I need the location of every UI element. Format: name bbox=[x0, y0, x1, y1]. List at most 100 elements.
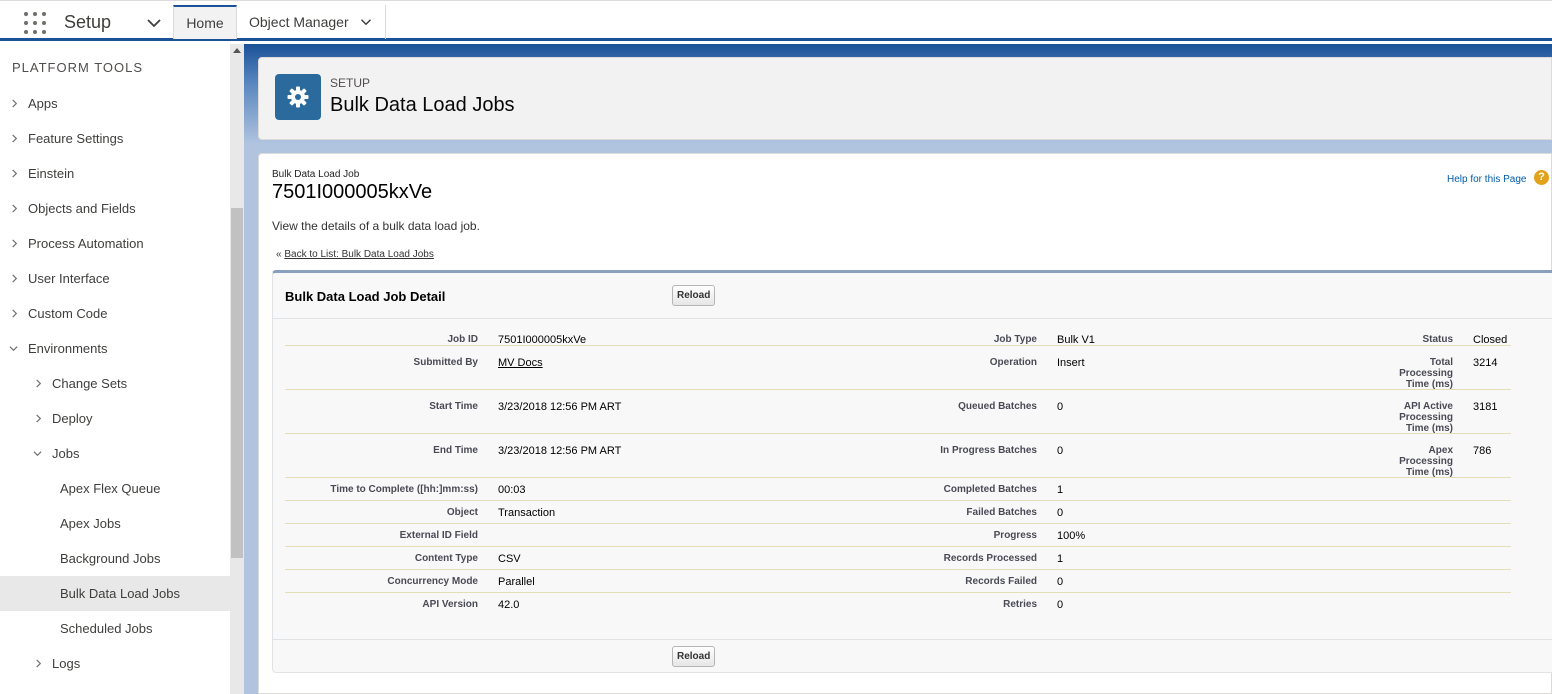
sidebar-item-environments[interactable]: Environments bbox=[0, 331, 230, 366]
submitted-by-link[interactable]: MV Docs bbox=[498, 357, 543, 369]
help-link[interactable]: Help for this Page bbox=[1447, 174, 1527, 185]
app-name: Setup bbox=[64, 12, 112, 32]
field-label: Queued Batches bbox=[958, 401, 1037, 412]
sidebar-item-scheduled-jobs[interactable]: Scheduled Jobs bbox=[0, 611, 230, 646]
field-value: 0 bbox=[1057, 507, 1064, 519]
field-value: 1 bbox=[1057, 484, 1064, 496]
breadcrumb: « Back to List: Bulk Data Load Jobs bbox=[276, 249, 434, 260]
sidebar-item-objects-and-fields[interactable]: Objects and Fields bbox=[0, 191, 230, 226]
record-title: 7501I000005kxVe bbox=[272, 181, 433, 203]
tab-home-label: Home bbox=[186, 15, 224, 31]
field-label: Start Time bbox=[429, 401, 478, 412]
chevron-right-icon bbox=[12, 204, 18, 213]
tab-home[interactable]: Home bbox=[173, 5, 237, 39]
field-label: Object bbox=[446, 507, 478, 518]
detail-section-title: Bulk Data Load Job Detail bbox=[285, 289, 446, 304]
field-value: Closed bbox=[1473, 334, 1508, 346]
field-value: Bulk V1 bbox=[1057, 334, 1095, 346]
sidebar-item-label: Logs bbox=[52, 656, 81, 671]
chevron-right-icon bbox=[12, 309, 18, 318]
field-value: Insert bbox=[1057, 357, 1085, 369]
sidebar-item-label: Objects and Fields bbox=[28, 201, 136, 216]
sidebar-item-jobs[interactable]: Jobs bbox=[0, 436, 230, 471]
scroll-up-arrow-icon[interactable] bbox=[233, 48, 241, 53]
chevron-down-icon[interactable] bbox=[146, 15, 162, 31]
global-header: Setup Home Object Manager bbox=[0, 0, 1552, 41]
sidebar-item-einstein[interactable]: Einstein bbox=[0, 156, 230, 191]
field-label: Records Failed bbox=[965, 576, 1037, 587]
field-label: API Active Processing Time (ms) bbox=[1399, 401, 1453, 434]
field-label: Records Processed bbox=[943, 553, 1037, 564]
sidebar-item-apex-jobs[interactable]: Apex Jobs bbox=[0, 506, 230, 541]
sidebar-item-label: Change Sets bbox=[52, 376, 128, 391]
field-label: Time to Complete ([hh:]mm:ss) bbox=[330, 484, 478, 495]
field-value: 1 bbox=[1057, 553, 1064, 565]
sidebar-item-label: Scheduled Jobs bbox=[60, 621, 153, 636]
sidebar-scrollbar[interactable] bbox=[230, 44, 244, 694]
reload-button-bottom[interactable]: Reload bbox=[672, 646, 716, 667]
field-label: Apex Processing Time (ms) bbox=[1399, 445, 1453, 478]
record-type-label: Bulk Data Load Job bbox=[272, 169, 360, 180]
field-value: 42.0 bbox=[498, 599, 520, 611]
field-label: Content Type bbox=[414, 553, 478, 564]
field-label: In Progress Batches bbox=[940, 445, 1037, 456]
sidebar-item-deploy[interactable]: Deploy bbox=[0, 401, 230, 436]
sidebar-item-label: Custom Code bbox=[28, 306, 108, 321]
sidebar-item-process-automation[interactable]: Process Automation bbox=[0, 226, 230, 261]
chevron-down-icon[interactable] bbox=[360, 16, 372, 28]
sidebar-item-change-sets[interactable]: Change Sets bbox=[0, 366, 230, 401]
scrollbar-thumb[interactable] bbox=[231, 208, 243, 558]
field-value: 3/23/2018 12:56 PM ART bbox=[498, 445, 622, 457]
content-card: Bulk Data Load Job 7501I000005kxVe Help … bbox=[258, 153, 1552, 694]
sidebar-item-logs[interactable]: Logs bbox=[0, 646, 230, 681]
field-value: MV Docs bbox=[498, 357, 543, 369]
reload-button[interactable]: Reload bbox=[672, 285, 716, 306]
job-detail-block: Bulk Data Load Job Detail Reload Job ID … bbox=[272, 270, 1552, 673]
chevron-right-icon bbox=[36, 414, 42, 423]
sidebar-item-apps[interactable]: Apps bbox=[0, 86, 230, 121]
table-row: API Version 42.0 Retries 0 bbox=[285, 593, 1511, 616]
table-row: Object Transaction Failed Batches 0 bbox=[285, 501, 1511, 524]
tab-object-manager-label: Object Manager bbox=[249, 14, 349, 30]
divider bbox=[273, 318, 1552, 319]
sidebar-item-custom-code[interactable]: Custom Code bbox=[0, 296, 230, 331]
back-to-list-link[interactable]: Back to List: Bulk Data Load Jobs bbox=[284, 249, 434, 260]
field-value: 0 bbox=[1057, 401, 1064, 413]
table-row: Content Type CSV Records Processed 1 bbox=[285, 547, 1511, 570]
sidebar-item-label: Apex Flex Queue bbox=[60, 481, 161, 496]
sidebar-item-label: Process Automation bbox=[28, 236, 144, 251]
table-row: End Time 3/23/2018 12:56 PM ART In Progr… bbox=[285, 434, 1511, 478]
field-label: End Time bbox=[433, 445, 478, 456]
sidebar-item-bulk-data-load-jobs[interactable]: Bulk Data Load Jobs bbox=[0, 576, 230, 611]
sidebar-item-label: Apps bbox=[28, 96, 58, 111]
field-label: Total Processing Time (ms) bbox=[1399, 357, 1453, 390]
help-icon[interactable]: ? bbox=[1534, 170, 1549, 185]
field-label: Progress bbox=[993, 530, 1037, 541]
sidebar-item-label: Einstein bbox=[28, 166, 75, 181]
sidebar-item-apex-flex-queue[interactable]: Apex Flex Queue bbox=[0, 471, 230, 506]
app-launcher-icon[interactable] bbox=[24, 12, 46, 34]
field-label: External ID Field bbox=[399, 530, 478, 541]
detail-fields: Job ID 7501I000005kxVe Job Type Bulk V1 … bbox=[285, 323, 1511, 616]
field-value: CSV bbox=[498, 553, 521, 565]
field-label: API Version bbox=[422, 599, 478, 610]
sidebar-item-user-interface[interactable]: User Interface bbox=[0, 261, 230, 296]
field-value: 3214 bbox=[1473, 357, 1498, 369]
table-row: Concurrency Mode Parallel Records Failed… bbox=[285, 570, 1511, 593]
sidebar-item-feature-settings[interactable]: Feature Settings bbox=[0, 121, 230, 156]
chevron-right-icon bbox=[12, 239, 18, 248]
field-value: Transaction bbox=[498, 507, 556, 519]
sidebar-item-background-jobs[interactable]: Background Jobs bbox=[0, 541, 230, 576]
field-label: Job ID bbox=[447, 334, 478, 345]
sidebar-item-label: User Interface bbox=[28, 271, 110, 286]
chevron-right-icon bbox=[36, 659, 42, 668]
field-value: 100% bbox=[1057, 530, 1086, 542]
sidebar-item-label: Apex Jobs bbox=[60, 516, 121, 531]
page-title: Bulk Data Load Jobs bbox=[330, 94, 515, 116]
field-label: Submitted By bbox=[413, 357, 478, 368]
tab-object-manager[interactable]: Object Manager bbox=[249, 5, 386, 39]
table-row: Submitted By MV Docs Operation Insert To… bbox=[285, 346, 1511, 390]
field-value: 3181 bbox=[1473, 401, 1498, 413]
divider bbox=[273, 639, 1552, 640]
chevron-right-icon bbox=[12, 99, 18, 108]
